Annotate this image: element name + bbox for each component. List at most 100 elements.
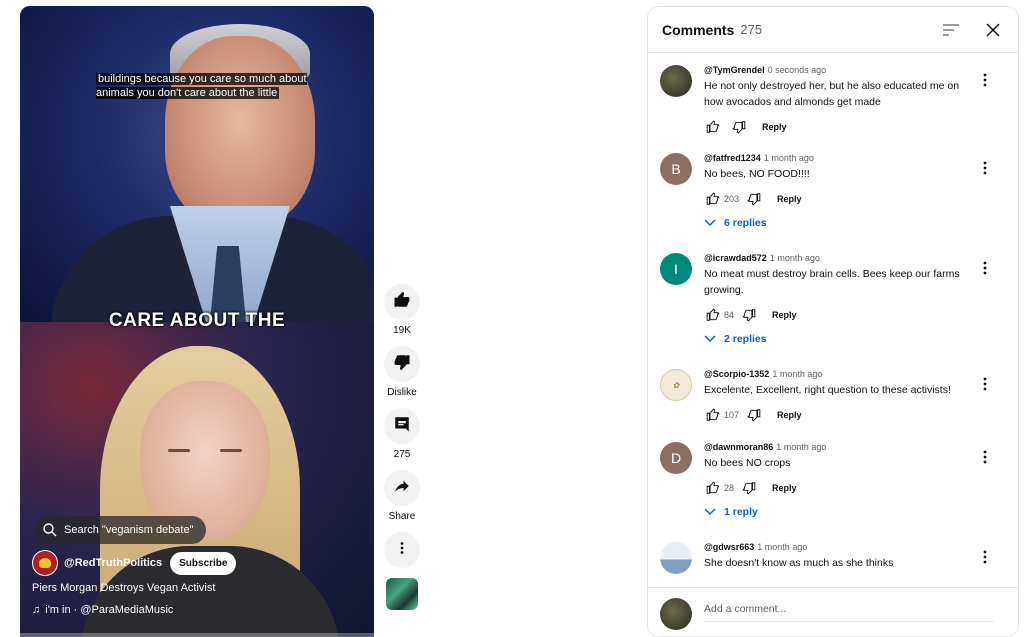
comment-author[interactable]: @gdwsr663 <box>704 542 754 552</box>
comment-time: 1 month ago <box>757 542 808 552</box>
comment-text: No meat must destroy brain cells. Bees k… <box>704 268 960 296</box>
comment-text: No bees NO crops <box>704 457 791 469</box>
replies-label: 1 reply <box>724 506 758 518</box>
comments-panel: Comments 275 @TymGrendel 0 seconds ago He… <box>647 6 1019 637</box>
comment-text: He not only destroyed her, but he also e… <box>704 80 960 108</box>
like-icon[interactable] <box>704 306 722 324</box>
video-top-frame: buildings because you care so much about… <box>20 6 374 336</box>
comments-header: Comments 275 <box>648 7 1018 53</box>
dislike-icon[interactable] <box>730 118 748 136</box>
view-replies-button[interactable]: 1 reply <box>704 506 976 518</box>
video-subtitle: buildings because you care so much about… <box>96 73 307 99</box>
like-count: 203 <box>724 194 740 204</box>
comment-time: 1 month ago <box>763 153 814 163</box>
reply-button[interactable]: Reply <box>772 483 797 493</box>
chevron-down-icon <box>704 335 716 343</box>
comment-count: 275 <box>393 449 411 460</box>
dislike-icon[interactable] <box>740 306 758 324</box>
more-vert-icon[interactable] <box>978 448 992 466</box>
share-button[interactable] <box>384 470 420 506</box>
comment-time: 1 month ago <box>772 369 823 379</box>
more-vert-icon[interactable] <box>978 71 992 89</box>
replies-label: 6 replies <box>724 217 767 229</box>
add-comment-input[interactable] <box>704 603 994 622</box>
channel-name[interactable]: @RedTruthPolitics <box>64 557 162 569</box>
close-icon[interactable] <box>982 19 1004 41</box>
woman-eye-left <box>168 449 190 452</box>
more-vert-icon <box>395 541 409 560</box>
comment-author[interactable]: @icrawdad572 <box>704 253 767 263</box>
video-search-text: Search "veganism debate" <box>64 524 194 536</box>
progress-bar[interactable] <box>20 633 374 637</box>
user-avatar[interactable] <box>660 598 692 630</box>
replies-label: 2 replies <box>724 333 767 345</box>
comment-author[interactable]: @fatfred1234 <box>704 153 761 163</box>
reply-button[interactable]: Reply <box>762 122 787 132</box>
more-vert-icon[interactable] <box>978 159 992 177</box>
like-icon[interactable] <box>704 190 722 208</box>
comment-avatar[interactable]: D <box>660 442 692 474</box>
comment-avatar[interactable] <box>660 65 692 97</box>
comments-title: Comments <box>662 21 735 38</box>
video-caption: CARE ABOUT THE <box>108 310 286 331</box>
chevron-down-icon <box>704 219 716 227</box>
channel-row: @RedTruthPolitics Subscribe <box>32 550 237 576</box>
video-player[interactable]: buildings because you care so much about… <box>20 6 374 637</box>
chevron-down-icon <box>704 508 716 516</box>
more-actions-button[interactable] <box>384 532 420 568</box>
like-icon[interactable] <box>704 118 722 136</box>
search-icon <box>42 522 58 538</box>
sort-icon[interactable] <box>940 19 962 41</box>
reply-button[interactable]: Reply <box>777 194 802 204</box>
music-row[interactable]: ♫ i'm in · @ParaMediaMusic <box>32 604 173 616</box>
comment-avatar[interactable]: B <box>660 153 692 185</box>
action-rail: 19K Dislike 275 Share <box>382 284 422 610</box>
comment-text: She doesn't know as much as she thinks <box>704 557 894 569</box>
comment-avatar[interactable]: I <box>660 253 692 285</box>
more-vert-icon[interactable] <box>978 375 992 393</box>
share-label: Share <box>388 511 416 522</box>
like-count: 84 <box>724 310 735 320</box>
like-button[interactable] <box>384 284 420 320</box>
reply-button[interactable]: Reply <box>772 310 797 320</box>
man-head <box>165 36 315 226</box>
comment-avatar[interactable]: ✿ <box>660 369 692 401</box>
dislike-icon[interactable] <box>740 479 758 497</box>
video-search-pill[interactable]: Search "veganism debate" <box>34 516 206 544</box>
dislike-button[interactable] <box>384 346 420 382</box>
music-note-icon: ♫ <box>32 604 41 616</box>
comment-time: 0 seconds ago <box>767 65 827 75</box>
audio-thumbnail[interactable] <box>386 578 418 610</box>
comment-author[interactable]: @Scorpio-1352 <box>704 369 769 379</box>
share-icon <box>393 477 411 500</box>
like-count: 107 <box>724 410 740 420</box>
more-vert-icon[interactable] <box>978 548 992 566</box>
comment-author[interactable]: @TymGrendel <box>704 65 765 75</box>
subscribe-button[interactable]: Subscribe <box>170 551 237 575</box>
add-comment-bar <box>648 587 1018 636</box>
channel-avatar[interactable] <box>32 550 58 576</box>
view-replies-button[interactable]: 2 replies <box>704 333 976 345</box>
reply-button[interactable]: Reply <box>777 410 802 420</box>
dislike-icon[interactable] <box>745 406 763 424</box>
comment-text: No bees, NO FOOD!!!! <box>704 168 810 180</box>
like-count: 19K <box>393 325 411 336</box>
like-icon[interactable] <box>704 479 722 497</box>
like-count: 28 <box>724 483 735 493</box>
dislike-icon <box>393 353 411 376</box>
like-icon <box>393 291 411 314</box>
comment-text: Excelente, Excellent, right question to … <box>704 384 951 396</box>
woman-eye-right <box>220 449 242 452</box>
comment-time: 1 month ago <box>769 253 820 263</box>
video-title[interactable]: Piers Morgan Destroys Vegan Activist <box>32 582 215 594</box>
comment-avatar[interactable] <box>660 542 692 574</box>
view-replies-button[interactable]: 6 replies <box>704 217 976 229</box>
dislike-label: Dislike <box>387 387 417 398</box>
dislike-icon[interactable] <box>745 190 763 208</box>
comment-author[interactable]: @dawnmoran86 <box>704 442 773 452</box>
comment-icon <box>393 415 411 438</box>
comments-button[interactable] <box>384 408 420 444</box>
more-vert-icon[interactable] <box>978 259 992 277</box>
shorts-page: buildings because you care so much about… <box>0 0 1024 637</box>
like-icon[interactable] <box>704 406 722 424</box>
